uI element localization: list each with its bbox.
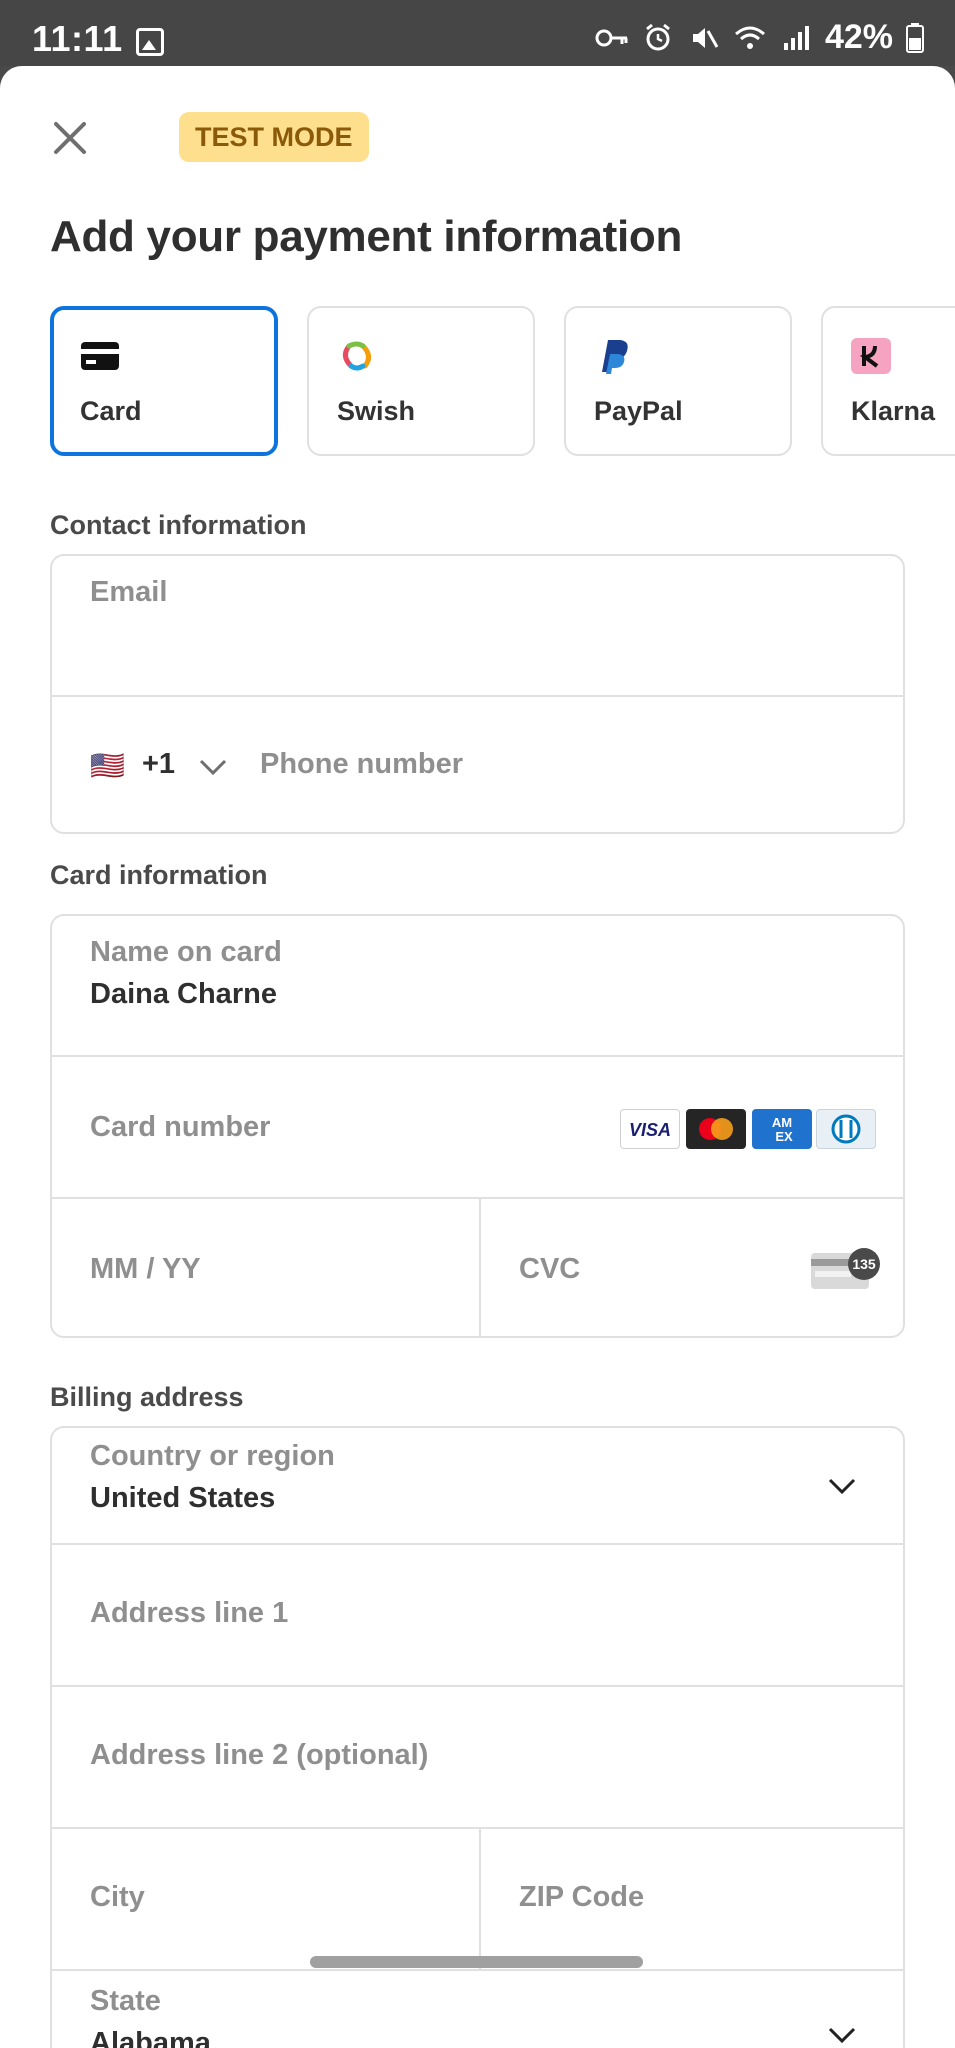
- zip-placeholder: ZIP Code: [519, 1881, 645, 1913]
- page-title: Add your payment information: [50, 212, 683, 261]
- tab-swish[interactable]: Swish: [307, 306, 535, 456]
- tab-label: PayPal: [594, 396, 683, 426]
- home-indicator[interactable]: [310, 1956, 643, 1968]
- svg-text:AM: AM: [772, 1115, 792, 1130]
- test-mode-badge: TEST MODE: [179, 112, 369, 162]
- city-placeholder: City: [90, 1881, 145, 1913]
- vpn-key-icon: [595, 22, 629, 54]
- chevron-down-icon: [828, 2027, 856, 2044]
- card-group: Name on card Daina Charne Card number VI…: [50, 914, 905, 1338]
- address-line2-placeholder: Address line 2 (optional): [90, 1739, 429, 1771]
- country-code-selector[interactable]: 🇺🇸 +1: [52, 697, 242, 832]
- phone-field: 🇺🇸 +1 Phone number: [52, 695, 903, 832]
- amex-icon: AM EX: [752, 1109, 812, 1149]
- mute-icon: [687, 22, 721, 54]
- email-field[interactable]: Email: [52, 556, 903, 695]
- swish-icon: [343, 341, 371, 371]
- card-icon: [81, 342, 119, 370]
- phone-number-input[interactable]: Phone number: [260, 748, 463, 781]
- alarm-icon: [641, 22, 675, 54]
- country-value: United States: [90, 1482, 276, 1514]
- expiry-field[interactable]: MM / YY: [52, 1199, 479, 1336]
- state-select[interactable]: State Alabama: [52, 1969, 903, 2048]
- visa-icon: VISA: [620, 1109, 680, 1149]
- tab-label: Klarna: [851, 396, 936, 426]
- name-on-card-field[interactable]: Name on card Daina Charne: [52, 916, 903, 1055]
- gallery-notification-icon: [136, 28, 164, 56]
- signal-icon: [779, 22, 813, 54]
- us-flag-icon: 🇺🇸: [90, 750, 125, 781]
- card-number-placeholder: Card number: [90, 1111, 271, 1143]
- country-label: Country or region: [90, 1440, 335, 1472]
- email-placeholder: Email: [90, 576, 168, 608]
- contact-section-label: Contact information: [50, 510, 307, 540]
- klarna-icon: [851, 338, 891, 374]
- billing-section-label: Billing address: [50, 1382, 244, 1412]
- state-value: Alabama: [90, 2027, 211, 2048]
- paypal-icon: [602, 340, 628, 374]
- tab-label: Swish: [337, 396, 416, 426]
- card-number-field[interactable]: Card number VISA AM EX: [52, 1055, 903, 1197]
- address-line1-placeholder: Address line 1: [90, 1597, 289, 1629]
- payment-sheet: TEST MODE Add your payment information C…: [0, 66, 955, 2048]
- close-button[interactable]: [50, 118, 90, 158]
- status-icons: 42%: [595, 18, 925, 57]
- close-icon: [54, 122, 86, 154]
- card-section-label: Card information: [50, 860, 268, 890]
- city-zip-row: City ZIP Code: [52, 1827, 903, 1969]
- billing-group: Country or region United States Address …: [50, 1426, 905, 2048]
- expiry-placeholder: MM / YY: [90, 1253, 201, 1285]
- svg-text:VISA: VISA: [629, 1120, 671, 1140]
- status-time: 11:11: [32, 18, 123, 59]
- wifi-icon: [733, 22, 767, 54]
- country-select[interactable]: Country or region United States: [52, 1428, 903, 1543]
- state-label: State: [90, 1985, 161, 2017]
- chevron-down-icon: [828, 1478, 856, 1495]
- address-line2-field[interactable]: Address line 2 (optional): [52, 1685, 903, 1827]
- mastercard-icon: [686, 1109, 746, 1149]
- phone-country-code: +1: [142, 748, 176, 780]
- contact-group: Email 🇺🇸 +1 Phone number: [50, 554, 905, 834]
- name-on-card-value: Daina Charne: [90, 978, 277, 1010]
- battery-percent: 42%: [824, 18, 893, 56]
- tab-label: Card: [80, 396, 142, 426]
- tab-card[interactable]: Card: [50, 306, 278, 456]
- status-bar: 11:11 42%: [0, 0, 955, 66]
- expiry-cvc-row: MM / YY CVC: [52, 1197, 903, 1336]
- cvc-hint-badge: 135: [848, 1248, 880, 1280]
- svg-text:EX: EX: [775, 1129, 793, 1144]
- zip-field[interactable]: ZIP Code: [479, 1829, 903, 1969]
- diners-icon: [816, 1109, 876, 1149]
- city-field[interactable]: City: [52, 1829, 479, 1969]
- tab-paypal[interactable]: PayPal: [564, 306, 792, 456]
- cvc-field[interactable]: CVC: [479, 1199, 903, 1336]
- tab-klarna[interactable]: Klarna: [821, 306, 955, 456]
- cvc-placeholder: CVC: [519, 1253, 581, 1285]
- name-on-card-label: Name on card: [90, 936, 282, 968]
- battery-icon: [905, 22, 925, 54]
- chevron-down-icon: [199, 759, 227, 776]
- address-line1-field[interactable]: Address line 1: [52, 1543, 903, 1685]
